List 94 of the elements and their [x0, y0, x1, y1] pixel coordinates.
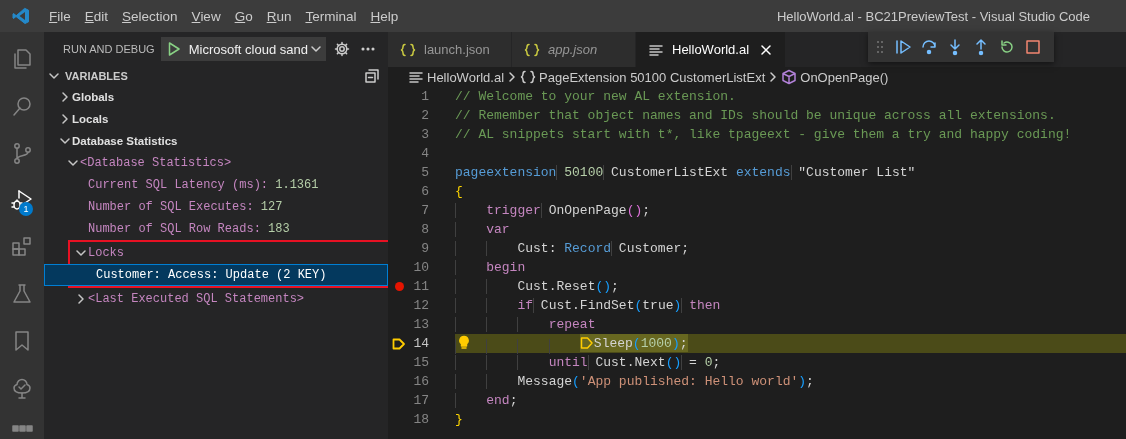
extensions-icon[interactable]	[10, 234, 34, 259]
chevron-right-icon	[768, 71, 779, 83]
code-line: {	[455, 183, 464, 201]
line-number: 6	[420, 184, 429, 199]
code-line: }	[455, 411, 464, 429]
breadcrumb-item[interactable]: PageExtension 50100 CustomerListExt	[539, 69, 766, 85]
line-number: 13	[412, 317, 429, 332]
breadcrumb-item[interactable]: OnOpenPage()	[800, 69, 889, 85]
code-line: repeat	[455, 315, 1126, 334]
menu-item[interactable]: Go	[227, 8, 260, 24]
step-over-icon[interactable]	[920, 38, 938, 56]
braces-icon	[520, 69, 537, 85]
line-number: 17	[412, 393, 429, 408]
line-number: 3	[420, 127, 429, 142]
run-debug-icon[interactable]	[10, 187, 34, 212]
stack-frame-marker-icon	[579, 336, 594, 350]
code-line: trigger OnOpenPage();	[455, 201, 1126, 220]
editor-tab[interactable]: app.json	[512, 32, 636, 67]
menu-item[interactable]: File	[42, 8, 78, 24]
tree-item[interactable]: Number of SQL Row Reads: 183	[44, 218, 388, 240]
line-number: 11	[412, 279, 429, 294]
chevron-down-icon[interactable]	[59, 135, 71, 147]
editor-tab[interactable]: HelloWorld.al	[636, 32, 787, 67]
collapse-all-icon[interactable]	[364, 68, 380, 84]
line-number: 10	[412, 260, 429, 275]
menu-item[interactable]: Selection	[115, 8, 185, 24]
tree-item[interactable]: <Last Executed SQL Statements>	[44, 288, 388, 310]
line-number: 14	[412, 336, 429, 351]
tree-item[interactable]: Locks	[44, 242, 388, 264]
line-number: 8	[420, 222, 429, 237]
close-icon[interactable]	[759, 42, 774, 57]
play-icon[interactable]	[166, 41, 181, 57]
tree-item[interactable]: Customer: Access: Update (2 KEY)	[44, 264, 388, 286]
menu-item[interactable]: View	[184, 8, 228, 24]
line-number: 2	[420, 108, 429, 123]
menu-item[interactable]: Edit	[77, 8, 116, 24]
chevron-right-icon[interactable]	[59, 113, 71, 125]
line-number: 4	[420, 146, 429, 161]
chevron-down-icon[interactable]	[75, 247, 87, 259]
lightbulb-icon[interactable]	[458, 335, 470, 351]
breakpoint-dot[interactable]	[394, 282, 404, 291]
flask-icon[interactable]	[10, 281, 34, 306]
tree-item[interactable]: Locals	[44, 108, 388, 130]
tree-item[interactable]: Current SQL Latency (ms): 1.1361	[44, 174, 388, 196]
code-line: // AL snippets start with t*, like tpageext - give them a try and happy coding!	[455, 126, 1073, 144]
line-number: 16	[412, 374, 429, 389]
menu-item[interactable]: Help	[363, 8, 406, 24]
editor-tab[interactable]: launch.json	[388, 32, 512, 67]
app-logo-icon	[12, 7, 30, 25]
panel-title: RUN AND DEBUG	[63, 43, 155, 55]
code-line: end;	[455, 391, 1126, 410]
chevron-right-icon[interactable]	[75, 293, 87, 305]
line-number: 1	[420, 89, 429, 104]
code-line: // Welcome to your new AL extension.	[455, 88, 737, 106]
code-line: if Cust.FindSet(true) then	[455, 296, 1126, 315]
section-header[interactable]: VARIABLES	[44, 66, 388, 86]
settings-icon[interactable]	[333, 41, 350, 57]
chevron-right-icon	[507, 71, 518, 83]
chevron-down-icon	[309, 43, 322, 55]
current-statement-highlight: Sleep(1000);	[579, 334, 688, 352]
code-line: begin	[455, 258, 1126, 277]
continue-icon[interactable]	[894, 38, 912, 56]
tree-item[interactable]: Globals	[44, 86, 388, 108]
count-badge: 1	[19, 202, 33, 216]
configuration-dropdown[interactable]: Microsoft cloud sand	[160, 37, 326, 61]
line-number: 12	[412, 298, 429, 313]
chevron-down-icon[interactable]	[67, 157, 79, 169]
window-title: HelloWorld.al - BC21PreviewTest - Visual Studio Code	[776, 8, 1090, 24]
menu-item[interactable]: Run	[259, 8, 299, 24]
cube-icon	[781, 69, 798, 85]
line-number: 9	[420, 241, 429, 256]
restart-icon[interactable]	[998, 38, 1016, 56]
drag-handle-icon[interactable]	[876, 40, 884, 54]
line-number: 5	[420, 165, 429, 180]
line-number: 18	[412, 412, 429, 427]
breadcrumb-item[interactable]: HelloWorld.al	[427, 69, 505, 85]
tree-item[interactable]: Number of SQL Executes: 127	[44, 196, 388, 218]
code-line: Message('App published: Hello world');	[455, 372, 1126, 391]
code-line: Cust: Record Customer;	[455, 239, 1126, 258]
menu-item[interactable]: Terminal	[298, 8, 364, 24]
code-line: var	[455, 220, 1126, 239]
tree-item[interactable]: <Database Statistics>	[44, 152, 388, 174]
tree-item[interactable]: Database Statistics	[44, 130, 388, 152]
code-line: pageextension 50100 CustomerListExt extends "Customer List"	[455, 164, 917, 182]
braces-icon	[400, 41, 416, 58]
lines-icon	[408, 69, 424, 85]
line-number: 15	[412, 355, 429, 370]
chevron-right-icon[interactable]	[59, 91, 71, 103]
braces-icon	[524, 41, 540, 58]
line-number: 7	[420, 203, 429, 218]
stop-icon[interactable]	[1024, 38, 1042, 56]
code-line: Cust.Reset();	[455, 277, 1126, 296]
code-line: until Cust.Next() = 0;	[455, 353, 1126, 372]
code-line: // Remember that object names and IDs should be unique across all extensions.	[455, 107, 1057, 125]
